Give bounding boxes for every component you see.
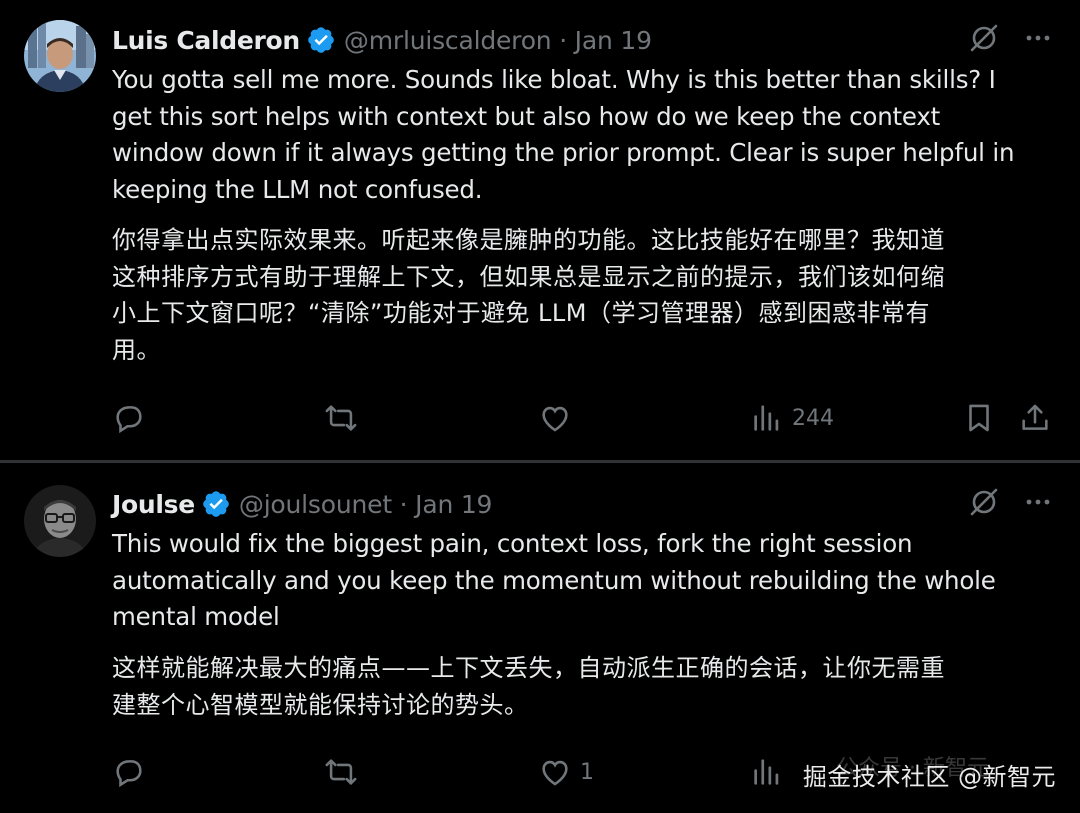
more-icon[interactable] xyxy=(1024,24,1052,52)
tweet-header: Joulse @joulsounet · Jan 19 xyxy=(112,484,492,524)
like-button[interactable]: 1 xyxy=(538,755,594,789)
tweet-action-bar: 244 xyxy=(112,401,1056,441)
views-button[interactable]: 244 xyxy=(750,401,834,435)
avatar[interactable] xyxy=(24,20,96,92)
reply-button[interactable] xyxy=(112,401,146,435)
verified-badge-icon xyxy=(308,27,334,53)
views-icon xyxy=(754,759,779,785)
like-icon xyxy=(542,760,568,786)
reply-icon xyxy=(116,406,142,434)
like-count: 1 xyxy=(580,759,594,785)
tweet-header: Luis Calderon @mrluiscalderon · Jan 19 xyxy=(112,20,652,60)
like-icon xyxy=(542,406,568,432)
view-count: 244 xyxy=(792,405,834,431)
watermark: 掘金技术社区 @新智元 xyxy=(802,763,1056,791)
tweet-top-actions xyxy=(968,22,1052,54)
views-button[interactable] xyxy=(750,755,784,789)
verified-badge-icon xyxy=(203,491,229,517)
avatar[interactable] xyxy=(24,485,96,557)
reply-icon xyxy=(116,760,142,788)
retweet-icon xyxy=(325,405,357,431)
retweet-icon xyxy=(325,759,357,785)
tweet-text: You gotta sell me more. Sounds like bloa… xyxy=(112,65,1015,204)
author-name[interactable]: Joulse xyxy=(112,490,195,519)
share-icon xyxy=(1022,404,1048,430)
grok-icon[interactable] xyxy=(968,486,1000,518)
bookmark-icon xyxy=(969,404,989,432)
retweet-button[interactable] xyxy=(324,401,358,435)
author-name[interactable]: Luis Calderon xyxy=(112,26,300,55)
reply-button[interactable] xyxy=(112,755,146,789)
views-icon xyxy=(754,405,779,431)
tweet-translation: 你得拿出点实际效果来。听起来像是臃肿的功能。这比技能好在哪里？我知道 这种排序方… xyxy=(112,226,945,364)
tweet-top-actions xyxy=(968,486,1052,518)
tweet-text: This would fix the biggest pain, context… xyxy=(112,529,996,631)
tweet-card[interactable]: Luis Calderon @mrluiscalderon · Jan 19 Y… xyxy=(0,0,1080,461)
grok-icon[interactable] xyxy=(968,22,1000,54)
like-button[interactable] xyxy=(538,401,580,435)
retweet-button[interactable] xyxy=(324,755,358,789)
handle-and-date[interactable]: @joulsounet · Jan 19 xyxy=(239,490,493,519)
handle-and-date[interactable]: @mrluiscalderon · Jan 19 xyxy=(344,26,652,55)
more-icon[interactable] xyxy=(1024,488,1052,516)
tweet-translation: 这样就能解决最大的痛点——上下文丢失，自动派生正确的会话，让你无需重 建整个心智… xyxy=(112,654,945,719)
bookmark-button[interactable] xyxy=(962,401,996,435)
share-button[interactable] xyxy=(1018,401,1052,435)
